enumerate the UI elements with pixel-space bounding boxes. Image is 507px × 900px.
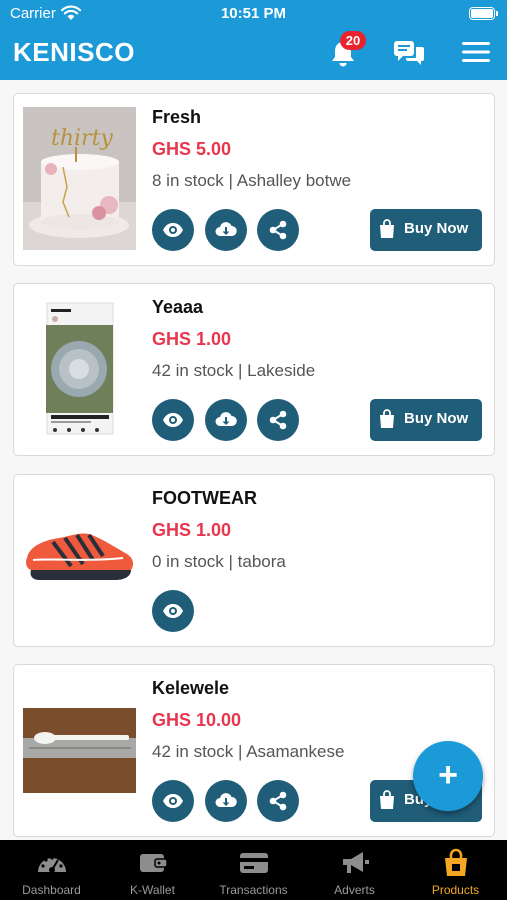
eye-icon — [163, 604, 183, 618]
buy-now-label: Buy Now — [404, 410, 469, 427]
battery-icon — [469, 7, 498, 20]
megaphone-icon — [343, 852, 369, 873]
download-button[interactable] — [205, 209, 247, 251]
wallet-icon — [140, 854, 168, 872]
gauge-icon — [38, 856, 66, 873]
tab-label: Products — [431, 883, 480, 897]
product-stock: 42 in stock | Asamankese — [152, 742, 345, 761]
product-name: Kelewele — [152, 678, 230, 698]
clock: 10:51 PM — [220, 5, 287, 22]
product-stock: 42 in stock | Lakeside — [152, 361, 316, 380]
download-button[interactable] — [205, 399, 247, 441]
svg-text:thirty: thirty — [51, 126, 113, 151]
tab-dashboard[interactable]: Dashboard — [1, 840, 102, 900]
shopping-bag-icon — [380, 219, 394, 238]
share-icon — [269, 791, 287, 811]
product-stock: 8 in stock | Ashalley botwe — [152, 171, 352, 190]
product-price: GHS 10.00 — [152, 710, 242, 730]
add-product-button[interactable]: + — [413, 741, 483, 811]
view-button[interactable] — [152, 590, 194, 632]
tab-label: Dashboard — [22, 883, 81, 897]
buy-now-label: Buy Now — [404, 220, 469, 237]
notification-badge: 20 — [340, 31, 366, 50]
tab-products[interactable]: Products — [405, 840, 506, 900]
share-button[interactable] — [257, 399, 299, 441]
shopping-bag-icon — [380, 790, 394, 809]
product-card[interactable]: FOOTWEAR GHS 1.00 0 in stock | tabora — [13, 474, 495, 647]
tab-label: Adverts — [334, 883, 375, 897]
product-name: FOOTWEAR — [152, 488, 257, 508]
product-image-sneaker[interactable] — [23, 488, 136, 631]
share-button[interactable] — [257, 780, 299, 822]
download-button[interactable] — [205, 780, 247, 822]
product-price: GHS 1.00 — [152, 520, 232, 540]
tab-adverts[interactable]: Adverts — [304, 840, 405, 900]
chat-icon[interactable] — [393, 39, 425, 67]
brand-logo: KENISCO — [13, 37, 135, 67]
view-button[interactable] — [152, 780, 194, 822]
view-button[interactable] — [152, 399, 194, 441]
product-name: Fresh — [152, 107, 202, 127]
buy-now-button[interactable]: Buy Now — [370, 209, 482, 251]
app-header: Carrier 10:51 PM KENISCO 20 — [0, 0, 507, 80]
share-icon — [269, 220, 287, 240]
eye-icon — [163, 223, 183, 237]
product-image-cake[interactable]: thirty — [23, 107, 136, 250]
product-card[interactable]: Yeaaa GHS 1.00 42 in stock | Lakeside Bu… — [13, 283, 495, 456]
product-price: GHS 5.00 — [152, 139, 232, 159]
bottom-tab-bar: Dashboard K-Wallet Transactions Adverts — [0, 840, 507, 900]
plus-icon: + — [438, 756, 458, 794]
view-button[interactable] — [152, 209, 194, 251]
product-price: GHS 1.00 — [152, 329, 232, 349]
hamburger-menu-icon[interactable] — [462, 40, 490, 64]
tab-transactions[interactable]: Transactions — [203, 840, 304, 900]
product-image-spoon[interactable] — [23, 678, 136, 821]
cloud-download-icon — [215, 222, 237, 236]
buy-now-button[interactable]: Buy Now — [370, 399, 482, 441]
share-icon — [269, 410, 287, 430]
share-button[interactable] — [257, 209, 299, 251]
product-stock: 0 in stock | tabora — [152, 552, 286, 571]
shopping-bag-icon — [380, 409, 394, 428]
product-image-screenshot[interactable] — [23, 297, 136, 440]
product-list[interactable]: thirty Fresh GHS 5.00 8 in stock | Ashal… — [0, 80, 507, 840]
card-icon — [240, 853, 268, 873]
status-bar: Carrier 10:51 PM — [0, 0, 507, 28]
cloud-download-icon — [215, 412, 237, 426]
tab-k-wallet[interactable]: K-Wallet — [102, 840, 203, 900]
product-card[interactable]: thirty Fresh GHS 5.00 8 in stock | Ashal… — [13, 93, 495, 266]
eye-icon — [163, 413, 183, 427]
product-name: Yeaaa — [152, 297, 204, 317]
cloud-download-icon — [215, 793, 237, 807]
tab-label: K-Wallet — [130, 883, 175, 897]
eye-icon — [163, 794, 183, 808]
tab-label: Transactions — [219, 883, 288, 897]
shopping-bag-icon — [445, 848, 467, 876]
